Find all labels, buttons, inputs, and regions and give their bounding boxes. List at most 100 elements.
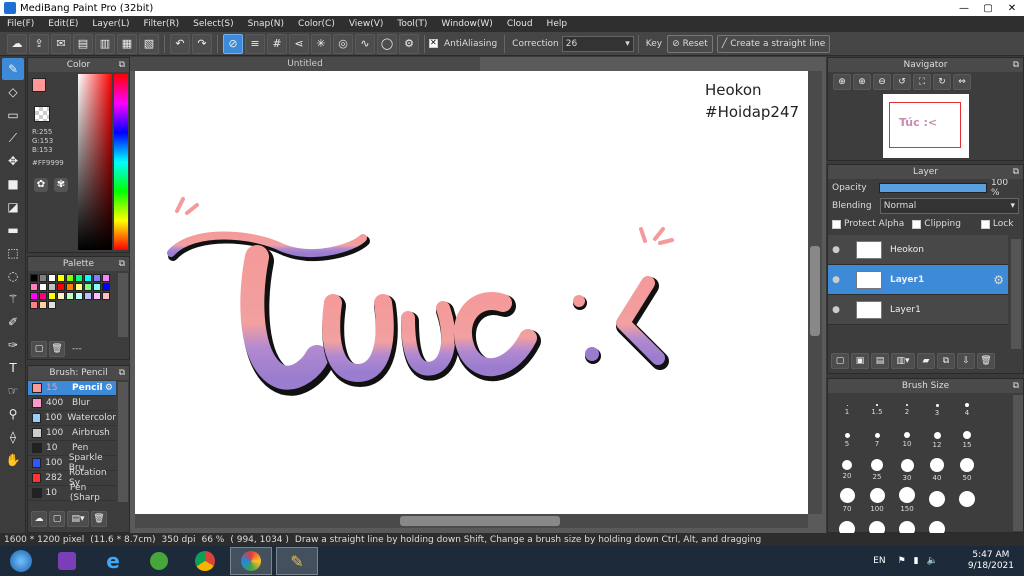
palette-swatch[interactable] — [75, 274, 83, 282]
delete-layer-icon[interactable]: 🗑 — [977, 353, 995, 369]
volume-icon[interactable]: 🔈 — [927, 556, 938, 566]
menu-help[interactable]: Help — [540, 19, 575, 29]
palette-swatch[interactable] — [48, 274, 56, 282]
palette-swatch[interactable] — [84, 292, 92, 300]
operation-tool-icon[interactable]: ☞ — [2, 380, 24, 402]
popout-icon[interactable]: ⧉ — [1013, 379, 1019, 393]
zoom-in-icon[interactable]: ⊕ — [853, 74, 871, 90]
share-icon[interactable]: ⇪ — [29, 33, 49, 54]
palette-swatch[interactable] — [93, 292, 101, 300]
palette-swatch[interactable] — [102, 292, 110, 300]
brush-size-option[interactable]: 40 — [922, 455, 952, 485]
palette-swatch[interactable] — [93, 283, 101, 291]
taskbar-ie[interactable]: e — [92, 547, 134, 575]
popout-icon[interactable]: ⧉ — [1013, 165, 1019, 179]
menu-filter[interactable]: Filter(R) — [137, 19, 187, 29]
taskbar-app[interactable] — [138, 547, 180, 575]
layer-menu-icon[interactable]: ▥▾ — [891, 353, 915, 369]
brush-size-option[interactable]: 3 — [922, 395, 952, 425]
palette-swatch[interactable] — [102, 274, 110, 282]
curve-snap-icon[interactable]: ∿ — [355, 33, 375, 54]
antialiasing-checkbox[interactable] — [429, 38, 438, 48]
taskbar-medibang[interactable] — [230, 547, 272, 575]
redo-icon[interactable]: ↷ — [192, 33, 212, 54]
brush-size-option[interactable]: 70 — [832, 485, 862, 515]
brush-size-option[interactable]: 30 — [892, 455, 922, 485]
flip-icon[interactable]: ⇔ — [953, 74, 971, 90]
visibility-icon[interactable]: ● — [828, 245, 844, 255]
brush-size-option[interactable]: 1.5 — [862, 395, 892, 425]
palette-swatch[interactable] — [66, 292, 74, 300]
brush-tool-icon[interactable]: ✎ — [2, 58, 24, 80]
clock[interactable]: 5:47 AM 9/18/2021 — [968, 550, 1014, 572]
brush-size-option[interactable] — [922, 485, 952, 515]
menu-select[interactable]: Select(S) — [186, 19, 241, 29]
taskbar-paint[interactable]: ✎ — [276, 547, 318, 575]
document-tab[interactable]: Untitled — [130, 57, 480, 71]
text-doc-icon[interactable]: ▥ — [95, 33, 115, 54]
brush-size-scrollbar[interactable] — [1013, 395, 1023, 531]
brush-size-option[interactable]: 4 — [952, 395, 982, 425]
palette-swatch[interactable] — [84, 274, 92, 282]
layer-scrollbar[interactable] — [1011, 239, 1021, 349]
palette-swatch[interactable] — [75, 292, 83, 300]
rectangle-tool-icon[interactable]: ▭ — [2, 104, 24, 126]
close-button[interactable]: ✕ — [1000, 3, 1024, 14]
palette-swatch[interactable] — [39, 292, 47, 300]
palette-swatch[interactable] — [48, 283, 56, 291]
stroke-tool-icon[interactable]: ⟋ — [2, 127, 24, 149]
vertical-scrollbar[interactable] — [808, 71, 822, 514]
zoom-out-icon[interactable]: ⊖ — [873, 74, 891, 90]
popout-icon[interactable]: ⧉ — [119, 58, 125, 72]
gear-icon[interactable]: ⚙ — [105, 383, 113, 393]
brush-menu-icon[interactable]: ▤▾ — [67, 511, 89, 527]
start-button[interactable] — [0, 547, 42, 575]
menu-edit[interactable]: Edit(E) — [41, 19, 85, 29]
comment-icon[interactable]: ✉ — [51, 33, 71, 54]
palette-swatch[interactable] — [84, 283, 92, 291]
brush-size-option[interactable]: 10 — [892, 425, 922, 455]
folder-icon[interactable]: ▰ — [917, 353, 935, 369]
menu-layer[interactable]: Layer(L) — [85, 19, 136, 29]
palette-swatch[interactable] — [39, 283, 47, 291]
palette-swatch[interactable] — [39, 301, 47, 309]
duplicate-layer-icon[interactable]: ⧉ — [937, 353, 955, 369]
menu-cloud[interactable]: Cloud — [500, 19, 540, 29]
navigator-preview[interactable]: Túc :< — [883, 94, 969, 158]
palette-swatch[interactable] — [57, 274, 65, 282]
eyedropper-icon[interactable]: ⚲ — [2, 403, 24, 425]
menu-tool[interactable]: Tool(T) — [390, 19, 434, 29]
brush-item[interactable]: 100 Airbrush — [28, 426, 116, 441]
ellipse-snap-icon[interactable]: ◯ — [377, 33, 397, 54]
cloud-icon[interactable]: ☁ — [7, 33, 27, 54]
magic-wand-icon[interactable]: ⚚ — [2, 288, 24, 310]
brush-size-option[interactable]: 2 — [892, 395, 922, 425]
brush-size-option[interactable]: 7 — [862, 425, 892, 455]
new-palette-icon[interactable]: ▢ — [31, 341, 47, 357]
undo-icon[interactable]: ↶ — [170, 33, 190, 54]
new-layer-icon[interactable]: ▢ — [831, 353, 849, 369]
layer-row[interactable]: ● Layer1 — [828, 295, 1008, 325]
language-indicator[interactable]: EN — [873, 556, 885, 566]
taskbar-visual-studio[interactable] — [46, 547, 88, 575]
cross-snap-icon[interactable]: # — [267, 33, 287, 54]
brush-item[interactable]: 10 Pen (Sharp — [28, 483, 116, 503]
brush-size-option[interactable]: 1 — [832, 395, 862, 425]
delete-brush-icon[interactable]: 🗑 — [91, 511, 107, 527]
palette-swatch[interactable] — [39, 274, 47, 282]
layer-row[interactable]: ● Layer1 ⚙ — [828, 265, 1008, 295]
clipping-checkbox[interactable] — [912, 219, 922, 229]
palette-swatch[interactable] — [30, 283, 38, 291]
palette-swatch[interactable] — [75, 283, 83, 291]
network-icon[interactable]: ▮ — [914, 556, 919, 566]
select-rect-icon[interactable]: ⬚ — [2, 242, 24, 264]
lock-checkbox[interactable] — [980, 219, 990, 229]
select-eraser-icon[interactable]: ✑ — [2, 334, 24, 356]
brush-size-option[interactable]: 12 — [922, 425, 952, 455]
popout-icon[interactable]: ⧉ — [1013, 58, 1019, 72]
transparent-swatch[interactable] — [34, 106, 50, 122]
brush-scrollbar[interactable] — [118, 382, 128, 502]
fit-screen-icon[interactable]: ⛶ — [913, 74, 931, 90]
palette-swatch[interactable] — [30, 292, 38, 300]
layer-row[interactable]: ● Heokon — [828, 235, 1008, 265]
